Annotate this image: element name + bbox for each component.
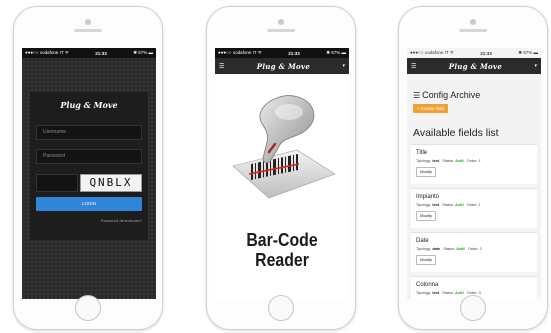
- sliders-icon: ☰: [413, 90, 421, 100]
- app-header: ☰ Plug & Move ▾: [215, 58, 349, 74]
- barcode-title-line2: Reader: [255, 250, 309, 270]
- battery-text: ✱ 67% ▬: [518, 50, 538, 55]
- camera-dot: [278, 19, 284, 25]
- earpiece: [267, 29, 295, 32]
- login-screen: ●●●○○ vodafone IT ᯤ 21:33 ✱ 67% ▬ Plug &…: [22, 48, 156, 299]
- clock-text: 21:33: [288, 50, 300, 56]
- captcha-input[interactable]: [36, 174, 78, 192]
- modify-button[interactable]: Modify: [416, 211, 436, 221]
- fields-list-title: Available fields list: [413, 127, 499, 139]
- barcode-scanner-icon: [232, 95, 336, 199]
- app-header: ☰ Plug & Move ▾: [407, 58, 541, 74]
- modify-button[interactable]: Modify: [416, 255, 436, 265]
- earpiece: [74, 29, 102, 32]
- field-name: Impianto: [416, 194, 440, 200]
- login-brand-title: Plug & Move: [60, 100, 118, 110]
- page-title-text: Config Archive: [422, 90, 481, 100]
- chevron-down-icon[interactable]: ▾: [534, 63, 537, 69]
- app-brand: Plug & Move: [256, 61, 311, 71]
- home-button[interactable]: [268, 295, 294, 321]
- battery-text: ✱ 67% ▬: [133, 50, 153, 55]
- password-input[interactable]: Password: [36, 149, 142, 164]
- menu-icon[interactable]: ☰: [219, 63, 224, 70]
- list-item: Date Tipology: date Status: Actif Order:…: [411, 232, 537, 272]
- camera-dot: [85, 19, 91, 25]
- phone-config-archive: ●●●○○ vodafone IT ᯤ 21:33 ✱ 67% ▬ ☰ Plug…: [398, 6, 548, 330]
- forgot-password-link[interactable]: Password dimenticata?: [101, 218, 142, 223]
- clock-text: 21:33: [480, 50, 492, 56]
- barcode-title-line1: Bar-Code: [246, 230, 318, 250]
- modify-button[interactable]: Modify: [416, 167, 436, 177]
- battery-text: ✱ 67% ▬: [326, 50, 346, 55]
- captcha-image: QNBLX: [80, 174, 142, 192]
- camera-dot: [470, 19, 476, 25]
- status-bar: ●●●○○ vodafone IT ᯤ 21:33 ✱ 67% ▬: [22, 48, 156, 58]
- list-item: Title Tipology: text Status: Actif Order…: [411, 144, 537, 184]
- carrier-text: ●●●○○ vodafone IT ᯤ: [218, 50, 262, 55]
- field-name: Title: [416, 150, 428, 156]
- phone-barcode: ●●●○○ vodafone IT ᯤ 21:33 ✱ 67% ▬ ☰ Plug…: [206, 6, 356, 330]
- home-button[interactable]: [75, 295, 101, 321]
- login-button[interactable]: LOGIN: [36, 197, 142, 211]
- barcode-screen: ●●●○○ vodafone IT ᯤ 21:33 ✱ 67% ▬ ☰ Plug…: [215, 48, 349, 299]
- page-title: ☰ Config Archive: [413, 90, 480, 100]
- barcode-reader-title: Bar-Code Reader: [223, 230, 341, 270]
- config-archive-screen: ●●●○○ vodafone IT ᯤ 21:33 ✱ 67% ▬ ☰ Plug…: [407, 48, 541, 299]
- login-card: Plug & Move Username Password QNBLX LOGI…: [30, 92, 148, 240]
- earpiece: [459, 29, 487, 32]
- menu-icon[interactable]: ☰: [411, 63, 416, 70]
- list-item: Impianto Tipology: text Status: Actif Or…: [411, 188, 537, 228]
- field-meta: Tipology: text Status: Actif Order: 1: [416, 159, 481, 163]
- clock-text: 21:33: [95, 50, 107, 56]
- field-meta: Tipology: text Status: Actif Order: 1: [416, 203, 481, 207]
- chevron-down-icon[interactable]: ▾: [342, 63, 345, 69]
- field-name: Colonna: [416, 282, 439, 288]
- home-button[interactable]: [460, 295, 486, 321]
- field-meta: Tipology: date Status: Actif Order: 2: [416, 247, 482, 251]
- field-name: Date: [416, 238, 429, 244]
- app-brand: Plug & Move: [448, 61, 503, 71]
- carrier-text: ●●●○○ vodafone IT ᯤ: [410, 50, 454, 55]
- create-field-button[interactable]: + Create field: [413, 104, 448, 113]
- carrier-text: ●●●○○ vodafone IT ᯤ: [25, 50, 69, 55]
- username-input[interactable]: Username: [36, 125, 142, 140]
- status-bar: ●●●○○ vodafone IT ᯤ 21:33 ✱ 67% ▬: [407, 48, 541, 58]
- status-bar: ●●●○○ vodafone IT ᯤ 21:33 ✱ 67% ▬: [215, 48, 349, 58]
- phone-login: ●●●○○ vodafone IT ᯤ 21:33 ✱ 67% ▬ Plug &…: [13, 6, 163, 330]
